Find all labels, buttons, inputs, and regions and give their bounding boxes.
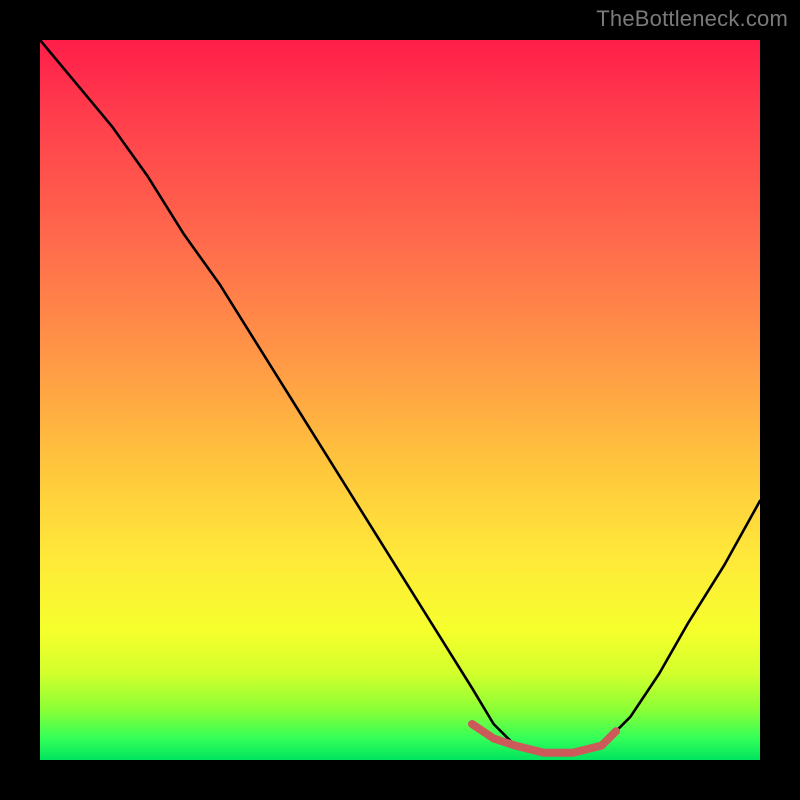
watermark-text: TheBottleneck.com (596, 6, 788, 32)
curve-layer (40, 40, 760, 760)
optimal-range-highlight (472, 724, 616, 753)
chart-frame: TheBottleneck.com (0, 0, 800, 800)
bottleneck-curve-path (40, 40, 760, 753)
plot-area (40, 40, 760, 760)
